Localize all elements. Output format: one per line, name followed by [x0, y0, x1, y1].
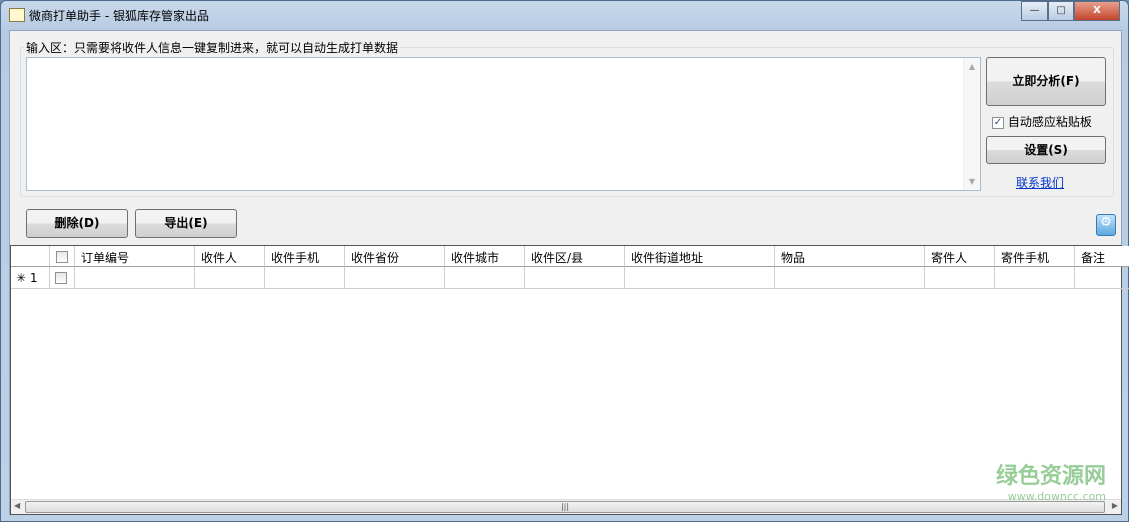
column-header[interactable]: 订单编号 [75, 246, 195, 267]
column-header[interactable]: 收件街道地址 [625, 246, 775, 267]
input-textarea[interactable]: ▲ ▼ [26, 57, 981, 191]
grid-cell[interactable] [995, 267, 1075, 289]
grid-cell[interactable] [1075, 267, 1129, 289]
gear-icon[interactable]: ⚙ [1096, 214, 1116, 236]
auto-paste-toggle[interactable]: ✓ 自动感应粘贴板 [992, 113, 1092, 130]
window-title: 微商打单助手 - 银狐库存管家出品 [29, 9, 209, 23]
column-header[interactable]: 备注 [1075, 246, 1129, 267]
grid-cell[interactable] [775, 267, 925, 289]
app-icon [9, 8, 25, 22]
grid-cell[interactable] [345, 267, 445, 289]
grid-cell[interactable] [445, 267, 525, 289]
row-index: 1 [29, 271, 38, 285]
export-button[interactable]: 导出(E) [135, 209, 237, 238]
column-header[interactable]: 收件城市 [445, 246, 525, 267]
grid-cell[interactable] [195, 267, 265, 289]
minimize-button[interactable]: — [1021, 1, 1048, 21]
column-header[interactable]: 寄件人 [925, 246, 995, 267]
client-area: 输入区：只需要将收件人信息一键复制进来，就可以自动生成打单数据 ▲ ▼ 立即分析(… [9, 30, 1129, 515]
input-label: 输入区：只需要将收件人信息一键复制进来，就可以自动生成打单数据 [24, 39, 401, 56]
row-header-corner [11, 246, 50, 267]
order-grid: 订单编号 收件人 收件手机 收件省份 收件城市 收件区/县 收件街道地址 物品 寄件人 寄件手机备… [10, 245, 1129, 515]
grid-cell[interactable] [75, 267, 195, 289]
close-button[interactable]: X [1074, 1, 1120, 21]
row-header[interactable]: ✳ 1 [11, 267, 50, 289]
horizontal-scrollbar[interactable]: ◀ ||| ▶ [11, 499, 1121, 514]
grid-cell[interactable] [625, 267, 775, 289]
grid-cell[interactable] [925, 267, 995, 289]
column-header[interactable]: 收件人 [195, 246, 265, 267]
select-all-checkbox[interactable] [56, 250, 68, 263]
new-row-marker: ✳ [16, 271, 27, 285]
grid-cell[interactable] [525, 267, 625, 289]
maximize-button[interactable]: □ [1048, 1, 1074, 21]
row-checkbox[interactable] [55, 271, 67, 284]
app-window: 微商打单助手 - 银狐库存管家出品 — □ X 输入区：只需要将收件人信息一键复… [0, 0, 1129, 522]
column-header[interactable]: 收件手机 [265, 246, 345, 267]
contact-link[interactable]: 联系我们 [1016, 174, 1064, 191]
analyze-button[interactable]: 立即分析(F) [986, 57, 1106, 106]
auto-paste-label: 自动感应粘贴板 [1007, 115, 1092, 129]
grid-cell[interactable] [265, 267, 345, 289]
column-header[interactable]: 物品 [775, 246, 925, 267]
scroll-left-arrow[interactable]: ◀ [14, 501, 20, 510]
auto-paste-checkbox[interactable]: ✓ [992, 116, 1004, 129]
column-header[interactable]: 收件省份 [345, 246, 445, 267]
row-select-cell[interactable] [50, 267, 75, 289]
column-header[interactable]: 寄件手机 [995, 246, 1075, 267]
textarea-scrollbar[interactable]: ▲ ▼ [963, 58, 980, 190]
select-all-header[interactable] [50, 246, 75, 267]
scroll-right-arrow[interactable]: ▶ [1112, 501, 1118, 510]
watermark: 绿色资源网 www.downcc.com [995, 464, 1106, 503]
delete-button[interactable]: 删除(D) [26, 209, 128, 238]
settings-button[interactable]: 设置(S) [986, 136, 1106, 164]
scroll-thumb[interactable]: ||| [25, 501, 1105, 513]
column-header[interactable]: 收件区/县 [525, 246, 625, 267]
